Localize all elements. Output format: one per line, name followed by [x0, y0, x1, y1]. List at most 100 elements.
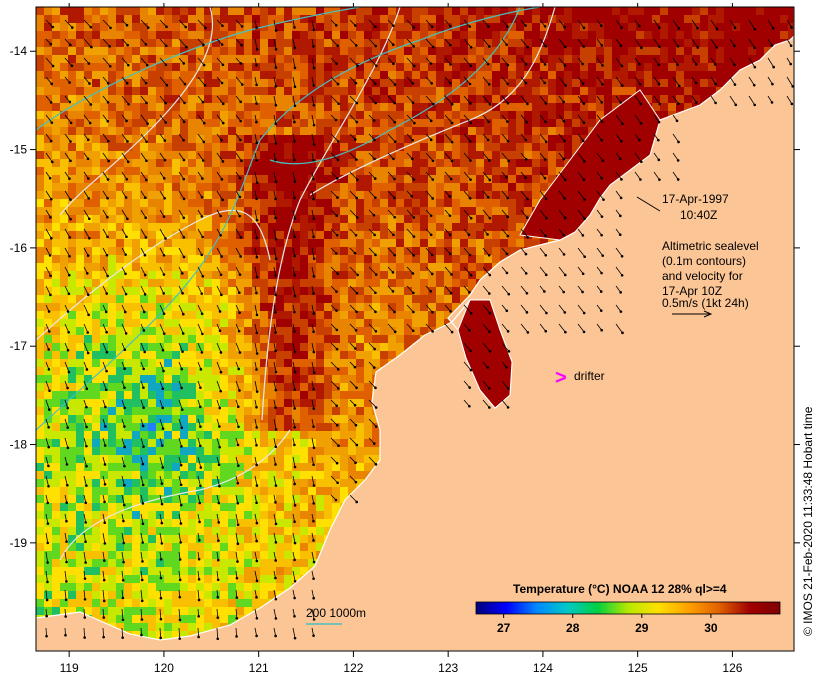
sst-cell [476, 47, 484, 55]
sst-cell [556, 47, 564, 55]
sst-cell [524, 239, 532, 247]
sst-cell [212, 103, 220, 111]
sst-cell [212, 47, 220, 55]
sst-cell [364, 63, 372, 71]
sst-cell [116, 231, 124, 239]
sst-cell [124, 127, 132, 135]
sst-cell [36, 143, 44, 151]
sst-cell [508, 207, 516, 215]
sst-cell [476, 215, 484, 223]
sst-cell [436, 215, 444, 223]
sst-cell [756, 23, 764, 31]
sst-cell [332, 87, 340, 95]
sst-cell [444, 15, 452, 23]
sst-cell [324, 239, 332, 247]
sst-cell [60, 55, 68, 63]
sst-cell [412, 295, 420, 303]
sst-cell [412, 15, 420, 23]
sst-cell [324, 215, 332, 223]
sst-cell [324, 407, 332, 415]
sst-cell [188, 55, 196, 63]
sst-cell [68, 279, 76, 287]
sst-cell [588, 47, 596, 55]
sst-cell [92, 399, 100, 407]
sst-cell [300, 207, 308, 215]
sst-cell [500, 47, 508, 55]
sst-cell [204, 183, 212, 191]
sst-cell [348, 239, 356, 247]
sst-cell [92, 23, 100, 31]
sst-cell [228, 159, 236, 167]
sst-cell [180, 247, 188, 255]
sst-cell [196, 311, 204, 319]
sst-cell [588, 7, 596, 15]
sst-cell [236, 143, 244, 151]
sst-cell [300, 31, 308, 39]
sst-cell [180, 71, 188, 79]
sst-cell [188, 335, 196, 343]
sst-cell [364, 31, 372, 39]
sst-cell [396, 343, 404, 351]
sst-cell [324, 287, 332, 295]
sst-cell [348, 223, 356, 231]
sst-cell [236, 71, 244, 79]
sst-cell [76, 247, 84, 255]
sst-cell [276, 367, 284, 375]
sst-cell [380, 287, 388, 295]
sst-cell [548, 103, 556, 111]
sst-cell [204, 63, 212, 71]
sst-cell [228, 63, 236, 71]
sst-cell [788, 15, 794, 23]
sst-cell [492, 55, 500, 63]
sst-cell [580, 87, 588, 95]
sst-cell [196, 359, 204, 367]
sst-cell [492, 167, 500, 175]
sst-cell [132, 375, 140, 383]
sst-cell [116, 311, 124, 319]
sst-cell [460, 159, 468, 167]
sst-cell [116, 199, 124, 207]
sst-cell [196, 199, 204, 207]
sst-cell [140, 279, 148, 287]
sst-cell [420, 7, 428, 15]
sst-cell [92, 255, 100, 263]
sst-cell [68, 239, 76, 247]
sst-cell [92, 303, 100, 311]
sst-cell [212, 223, 220, 231]
sst-cell [148, 327, 156, 335]
sst-cell [228, 343, 236, 351]
sst-cell [564, 15, 572, 23]
sst-cell [404, 127, 412, 135]
sst-cell [36, 415, 44, 423]
sst-cell [260, 159, 268, 167]
sst-cell [276, 167, 284, 175]
sst-cell [92, 135, 100, 143]
sst-cell [348, 383, 356, 391]
sst-cell [92, 319, 100, 327]
sst-cell [516, 87, 524, 95]
sst-cell [332, 375, 340, 383]
sst-cell [68, 223, 76, 231]
sst-cell [172, 239, 180, 247]
sst-cell [644, 55, 652, 63]
sst-cell [580, 63, 588, 71]
sst-cell [348, 87, 356, 95]
sst-cell [428, 279, 436, 287]
sst-cell [348, 199, 356, 207]
sst-cell [124, 399, 132, 407]
sst-cell [300, 143, 308, 151]
sst-cell [252, 183, 260, 191]
sst-cell [380, 327, 388, 335]
sst-cell [396, 223, 404, 231]
sst-cell [332, 31, 340, 39]
sst-cell [284, 415, 292, 423]
sst-cell [300, 63, 308, 71]
sst-cell [172, 223, 180, 231]
sst-cell [44, 143, 52, 151]
sst-cell [228, 47, 236, 55]
sst-cell [644, 79, 652, 87]
sst-cell [132, 327, 140, 335]
sst-cell [556, 87, 564, 95]
sst-cell [532, 71, 540, 79]
sst-cell [212, 63, 220, 71]
